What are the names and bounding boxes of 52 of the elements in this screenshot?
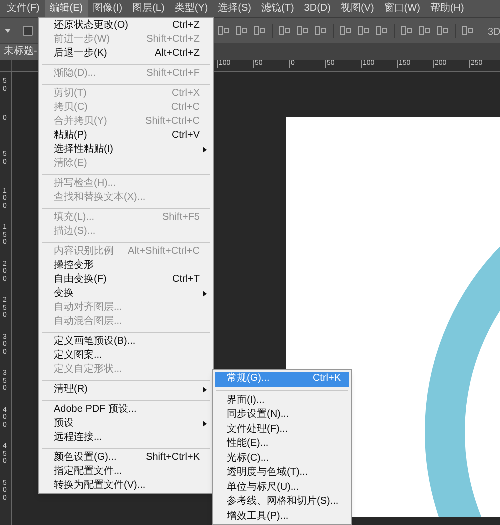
- menu-item[interactable]: 类型(Y): [170, 0, 214, 17]
- align-icon[interactable]: [419, 26, 431, 36]
- align-icon[interactable]: [236, 26, 248, 36]
- menu-item[interactable]: 编辑(E): [44, 0, 88, 17]
- menu-option[interactable]: 界面(I)...: [215, 394, 349, 408]
- tool-dropdown-icon[interactable]: [5, 28, 11, 32]
- menu-item[interactable]: 视图(V): [336, 0, 380, 17]
- menu-option[interactable]: 预设: [39, 417, 213, 431]
- menu-item[interactable]: 图像(I): [88, 0, 128, 17]
- align-icon[interactable]: [340, 26, 352, 36]
- align-icon[interactable]: [279, 26, 291, 36]
- align-icon[interactable]: [297, 26, 309, 36]
- menu-item[interactable]: 滤镜(T): [256, 0, 300, 17]
- menu-option[interactable]: 选择性粘贴(I): [39, 143, 213, 157]
- menu-option[interactable]: 定义图案...: [39, 349, 213, 363]
- menu-option[interactable]: 转换为配置文件(V)...: [39, 479, 213, 493]
- align-icon[interactable]: [462, 26, 474, 36]
- align-icon[interactable]: [401, 26, 413, 36]
- menu-option[interactable]: 单位与标尺(U)...: [215, 480, 349, 495]
- menu-option[interactable]: 远程连接...: [39, 431, 213, 445]
- menu-item[interactable]: 3D(D): [299, 0, 336, 17]
- menu-option[interactable]: 增效工具(P)...: [215, 510, 349, 524]
- menu-option[interactable]: 变换: [39, 287, 213, 301]
- menu-option[interactable]: 粘贴(P) Ctrl+V: [39, 129, 213, 143]
- menu-item[interactable]: 文件(F): [2, 0, 45, 17]
- menu-option[interactable]: 光标(C)...: [215, 452, 349, 466]
- menu-option[interactable]: 同步设置(N)...: [215, 408, 349, 422]
- menu-option[interactable]: 还原状态更改(O) Ctrl+Z: [39, 19, 213, 33]
- menu-option[interactable]: 参考线、网格和切片(S)...: [215, 495, 349, 510]
- menu-item[interactable]: 窗口(W): [379, 0, 426, 17]
- menu-option[interactable]: 文件处理(F)...: [215, 422, 349, 437]
- menu-option[interactable]: Adobe PDF 预设...: [39, 403, 213, 417]
- menu-option[interactable]: 常规(G)... Ctrl+K: [215, 372, 349, 386]
- align-icon[interactable]: [437, 26, 449, 36]
- menu-option[interactable]: 定义画笔预设(B)...: [39, 335, 213, 349]
- align-icon[interactable]: [218, 26, 230, 36]
- menu-item[interactable]: 帮助(H): [425, 0, 470, 17]
- align-icon[interactable]: [376, 26, 388, 36]
- menu-option[interactable]: 指定配置文件...: [39, 465, 213, 479]
- 3d-mode-label: 3D: [488, 26, 500, 40]
- menu-option[interactable]: 操控变形: [39, 259, 213, 273]
- menu-option[interactable]: 自由变换(F) Ctrl+T: [39, 273, 213, 287]
- align-icon[interactable]: [358, 26, 370, 36]
- menu-option[interactable]: 颜色设置(G)... Shift+Ctrl+K: [39, 451, 213, 465]
- menu-option[interactable]: 性能(E)...: [215, 437, 349, 452]
- menu-item[interactable]: 图层(L): [128, 0, 170, 17]
- menu-option[interactable]: 清理(R): [39, 383, 213, 397]
- align-icon[interactable]: [315, 26, 327, 36]
- menu-option[interactable]: 透明度与色域(T)...: [215, 466, 349, 480]
- auto-select-checkbox[interactable]: [23, 26, 33, 36]
- menu-item[interactable]: 选择(S): [213, 0, 256, 17]
- align-icon[interactable]: [254, 26, 266, 36]
